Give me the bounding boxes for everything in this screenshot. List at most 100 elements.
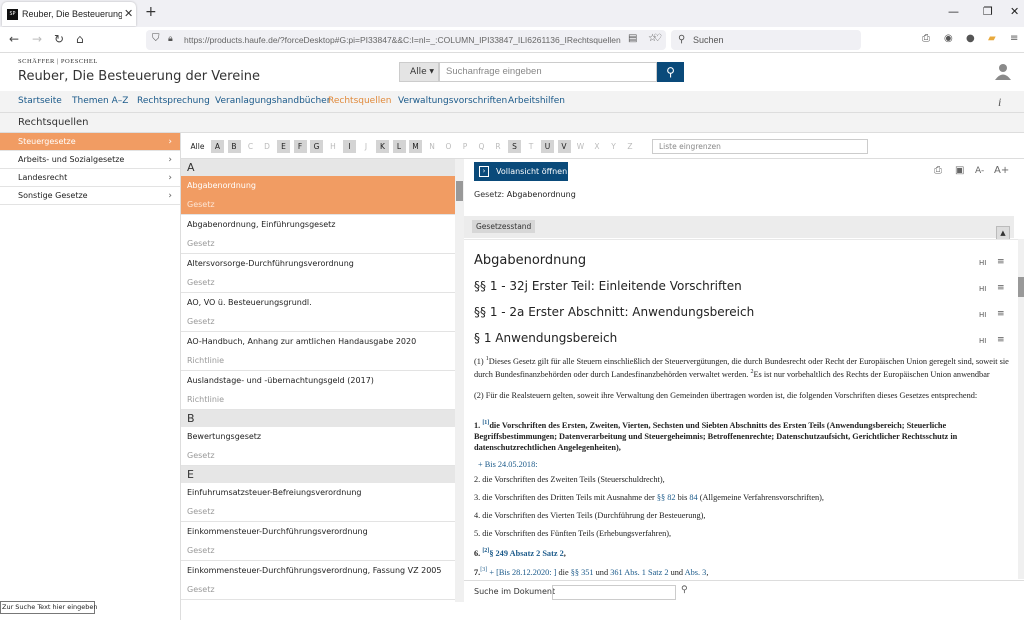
address-bar[interactable]: ⛉ 🔒︎ https://products.haufe.de/?forceDes…: [146, 30, 666, 50]
save-icon[interactable]: ▣: [955, 165, 964, 176]
publisher-logo[interactable]: SCHÄFFER | POESCHEL: [18, 58, 98, 65]
nav-rechtsprechung[interactable]: Rechtsprechung: [137, 96, 210, 106]
nav-verwaltungsvorschriften[interactable]: Verwaltungsvorschriften: [398, 96, 507, 106]
heading-menu-icon[interactable]: ≡: [997, 283, 1005, 293]
list-item[interactable]: Einfuhrumsatzsteuer-Befreiungsverordnung…: [181, 483, 455, 522]
law-link[interactable]: § 249 Absatz 2 Satz 2: [489, 549, 563, 558]
list-item[interactable]: AO, VO ü. Besteuerungsgrundl. Gesetz: [181, 293, 455, 332]
alpha-letter-k[interactable]: K: [376, 140, 389, 153]
account-icon[interactable]: ●: [966, 33, 975, 44]
nav-rechtsquellen[interactable]: Rechtsquellen: [328, 96, 391, 106]
nav-startseite[interactable]: Startseite: [18, 96, 62, 106]
back-icon[interactable]: ←: [9, 32, 19, 46]
list-item[interactable]: Auslandstage- und -übernachtungsgeld (20…: [181, 371, 455, 410]
heading-erster-teil[interactable]: §§ 1 - 32j Erster Teil: Einleitende Vors…: [474, 279, 742, 293]
reader-view-icon[interactable]: ▤: [628, 33, 637, 44]
law-link[interactable]: §§ 351: [571, 568, 594, 577]
list-scrollbar[interactable]: [455, 159, 464, 602]
minimize-window-icon[interactable]: —: [948, 5, 959, 18]
law-link[interactable]: 361 Abs. 1 Satz 2: [610, 568, 668, 577]
close-tab-icon[interactable]: ✕: [124, 7, 133, 20]
full-view-button[interactable]: › Vollansicht öffnen: [474, 162, 568, 181]
nav-themen[interactable]: Themen A–Z: [72, 96, 128, 106]
restore-window-icon[interactable]: ❐: [983, 5, 993, 18]
list-item[interactable]: Einkommensteuer-Durchführungsverordnung,…: [181, 600, 455, 602]
heading-tool-hi[interactable]: HI: [979, 285, 986, 293]
heading-paragraph-1[interactable]: § 1 Anwendungsbereich: [474, 331, 617, 345]
heading-tool-hi[interactable]: HI: [979, 259, 986, 267]
book-title[interactable]: Reuber, Die Besteuerung der Vereine: [18, 69, 260, 84]
law-status-label[interactable]: Gesetzesstand: [472, 220, 536, 233]
search-icon[interactable]: ⚲: [681, 585, 688, 595]
print-icon[interactable]: ⎙: [922, 33, 930, 44]
list-item[interactable]: Bewertungsgesetz Gesetz: [181, 427, 455, 466]
list-filter-input[interactable]: Liste eingrenzen: [652, 139, 868, 154]
forward-icon[interactable]: →: [32, 32, 42, 46]
extension-icon[interactable]: ◉: [944, 33, 953, 44]
search-scope-select[interactable]: Alle ▼: [399, 62, 439, 82]
shield-icon[interactable]: ⛉: [152, 33, 160, 44]
footnote-link[interactable]: [3]: [480, 567, 487, 573]
list-item[interactable]: Abgabenordnung, Einführungsgesetz Gesetz: [181, 215, 455, 254]
home-icon[interactable]: ⌂: [76, 32, 84, 46]
sidebar-item-arbeits-sozialgesetze[interactable]: Arbeits- und Sozialgesetze ›: [0, 151, 180, 169]
nav-veranlagungshandbuecher[interactable]: Veranlagungshandbücher: [215, 96, 330, 106]
list-item[interactable]: Abgabenordnung Gesetz: [181, 176, 455, 215]
search-input[interactable]: Suchanfrage eingeben: [439, 62, 657, 82]
pocket-icon[interactable]: ♡: [653, 33, 662, 44]
version-toggle-1[interactable]: + Bis 24.05.2018:: [478, 459, 1018, 470]
alpha-all-button[interactable]: Alle: [189, 140, 206, 153]
document-search-input[interactable]: [552, 585, 676, 600]
alpha-letter-g[interactable]: G: [310, 140, 323, 153]
lock-icon[interactable]: 🔒︎: [168, 34, 173, 44]
list-item-2: 2. die Vorschriften des Zweiten Teils (S…: [474, 475, 665, 484]
heading-tool-hi[interactable]: HI: [979, 311, 986, 319]
list-scrollbar-thumb[interactable]: [456, 181, 463, 201]
search-button[interactable]: ⚲: [657, 62, 684, 82]
law-link[interactable]: §§ 82: [657, 493, 676, 502]
increase-font-icon[interactable]: A+: [994, 165, 1009, 176]
alpha-letter-m[interactable]: M: [409, 140, 422, 153]
heading-tool-hi[interactable]: HI: [979, 337, 986, 345]
nav-arbeitshilfen[interactable]: Arbeitshilfen: [508, 96, 565, 106]
version-toggle[interactable]: + [Bis 28.12.2020: ]: [489, 568, 556, 577]
extension-folder-icon[interactable]: ▰: [988, 33, 996, 44]
heading-erster-abschnitt[interactable]: §§ 1 - 2a Erster Abschnitt: Anwendungsbe…: [474, 305, 754, 319]
alpha-letter-f[interactable]: F: [293, 140, 307, 153]
new-tab-icon[interactable]: +: [145, 4, 157, 20]
menu-icon[interactable]: ≡: [1010, 33, 1018, 44]
law-link[interactable]: Abs. 3: [685, 568, 707, 577]
sidebar-item-sonstige-gesetze[interactable]: Sonstige Gesetze ›: [0, 187, 180, 205]
browser-search-field[interactable]: ⚲ Suchen: [671, 30, 861, 50]
law-link[interactable]: 84: [689, 493, 697, 502]
print-icon[interactable]: ⎙: [934, 165, 942, 176]
sidebar-item-landesrecht[interactable]: Landesrecht ›: [0, 169, 180, 187]
alpha-letter-l[interactable]: L: [392, 140, 406, 153]
list-item[interactable]: Einkommensteuer-Durchführungsverordnung G…: [181, 522, 455, 561]
list-item[interactable]: Einkommensteuer-Durchführungsverordnung,…: [181, 561, 455, 600]
document-scrollbar[interactable]: [1018, 239, 1024, 579]
alpha-letter-e[interactable]: E: [277, 140, 290, 153]
alpha-letter-a[interactable]: A: [211, 140, 224, 153]
sidebar-item-steuergesetze[interactable]: Steuergesetze ›: [0, 133, 180, 151]
heading-menu-icon[interactable]: ≡: [997, 335, 1005, 345]
decrease-font-icon[interactable]: A-: [975, 166, 984, 176]
close-window-icon[interactable]: ✕: [1010, 5, 1019, 18]
heading-menu-icon[interactable]: ≡: [997, 257, 1005, 267]
list-item[interactable]: AO-Handbuch, Anhang zur amtlichen Handau…: [181, 332, 455, 371]
browser-tab[interactable]: SP Reuber, Die Besteuerung der Ve ✕: [2, 2, 136, 26]
heading-menu-icon[interactable]: ≡: [997, 309, 1005, 319]
alpha-letter-b[interactable]: B: [227, 140, 241, 153]
list-item[interactable]: Altersvorsorge-Durchführungsverordnung Ge…: [181, 254, 455, 293]
alpha-letter-w: W: [576, 142, 585, 151]
reload-icon[interactable]: ↻: [54, 32, 64, 46]
info-icon[interactable]: i: [998, 95, 1001, 110]
collapse-up-icon[interactable]: ▲: [996, 226, 1010, 240]
user-avatar-icon[interactable]: [994, 62, 1012, 80]
alpha-letter-v[interactable]: V: [557, 140, 571, 153]
alpha-letter-u[interactable]: U: [541, 140, 554, 153]
heading-abgabenordnung[interactable]: Abgabenordnung: [474, 253, 586, 268]
alpha-letter-s[interactable]: S: [508, 140, 521, 153]
document-scrollbar-thumb[interactable]: [1018, 277, 1024, 297]
alpha-letter-i[interactable]: I: [343, 140, 356, 153]
